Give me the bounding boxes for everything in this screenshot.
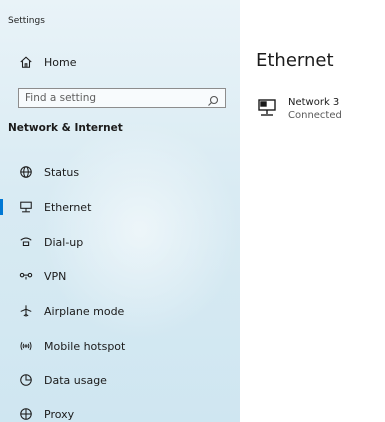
sidebar-item-label: Dial-up	[44, 235, 84, 249]
globe-icon	[18, 164, 34, 180]
sidebar-item-label: Status	[44, 165, 80, 179]
hotspot-icon	[18, 338, 34, 354]
data-usage-icon	[18, 372, 34, 388]
ethernet-icon	[18, 199, 34, 215]
sidebar-item-status[interactable]: Status	[0, 158, 240, 186]
search-input[interactable]	[19, 91, 207, 105]
home-icon	[18, 54, 34, 70]
app-title: Settings	[8, 16, 45, 26]
sidebar-item-proxy[interactable]: Proxy	[0, 400, 240, 422]
sidebar-item-label: Proxy	[44, 407, 75, 421]
sidebar-item-label: Mobile hotspot	[44, 339, 126, 353]
sidebar-item-airplane-mode[interactable]: Airplane mode	[0, 297, 240, 325]
selected-indicator	[0, 199, 3, 215]
network-item[interactable]: Network 3 Connected	[256, 96, 376, 126]
dial-up-icon	[18, 234, 34, 250]
vpn-icon	[18, 268, 34, 284]
sidebar-item-home[interactable]: Home	[0, 48, 240, 76]
section-header: Network & Internet	[8, 122, 123, 134]
sidebar-item-mobile-hotspot[interactable]: Mobile hotspot	[0, 332, 240, 360]
search-box[interactable]	[18, 88, 226, 108]
ethernet-network-icon	[256, 97, 278, 119]
page-title: Ethernet	[256, 50, 334, 71]
sidebar-item-dial-up[interactable]: Dial-up	[0, 228, 240, 256]
sidebar-item-vpn[interactable]: VPN	[0, 262, 240, 290]
network-name: Network 3	[288, 97, 340, 108]
sidebar: Settings Home Network & Internet Status	[0, 0, 240, 422]
sidebar-item-data-usage[interactable]: Data usage	[0, 366, 240, 394]
airplane-icon	[18, 303, 34, 319]
sidebar-item-ethernet[interactable]: Ethernet	[0, 193, 240, 221]
sidebar-item-label: Data usage	[44, 373, 107, 387]
sidebar-item-label: Airplane mode	[44, 304, 125, 318]
search-icon[interactable]	[207, 92, 219, 106]
network-status: Connected	[288, 110, 342, 121]
sidebar-item-label: Ethernet	[44, 200, 92, 214]
sidebar-item-label: Home	[44, 55, 77, 69]
sidebar-item-label: VPN	[44, 269, 67, 283]
proxy-globe-icon	[18, 406, 34, 422]
